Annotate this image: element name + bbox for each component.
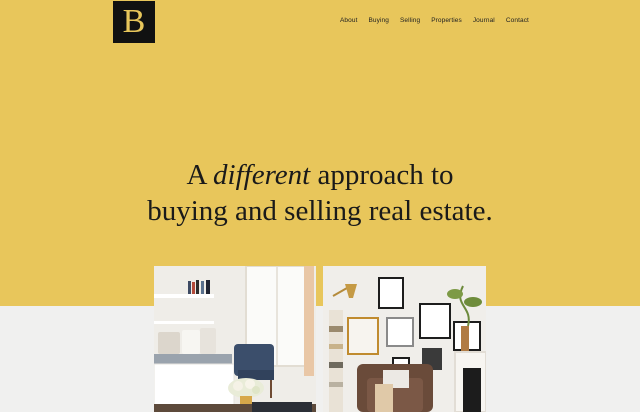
nav-about[interactable]: About <box>340 17 358 24</box>
gallery-wall-photo <box>323 266 486 412</box>
nav-properties[interactable]: Properties <box>431 17 462 24</box>
logo-letter: B <box>122 3 146 40</box>
headline-line1-prefix: A <box>186 159 214 191</box>
hero-headline: A different approach to buying and selli… <box>0 157 640 229</box>
nav-contact[interactable]: Contact <box>506 17 529 24</box>
headline-line1-suffix: approach to <box>310 159 454 191</box>
brand-logo[interactable]: B <box>113 1 155 43</box>
nav-selling[interactable]: Selling <box>400 17 420 24</box>
living-room-photo <box>154 266 316 412</box>
headline-emphasis: different <box>213 159 311 191</box>
nav-buying[interactable]: Buying <box>369 17 389 24</box>
main-nav: About Buying Selling Properties Journal … <box>340 17 529 24</box>
hero-section <box>0 0 640 306</box>
headline-line2: buying and selling real estate. <box>147 195 493 227</box>
nav-journal[interactable]: Journal <box>473 17 495 24</box>
